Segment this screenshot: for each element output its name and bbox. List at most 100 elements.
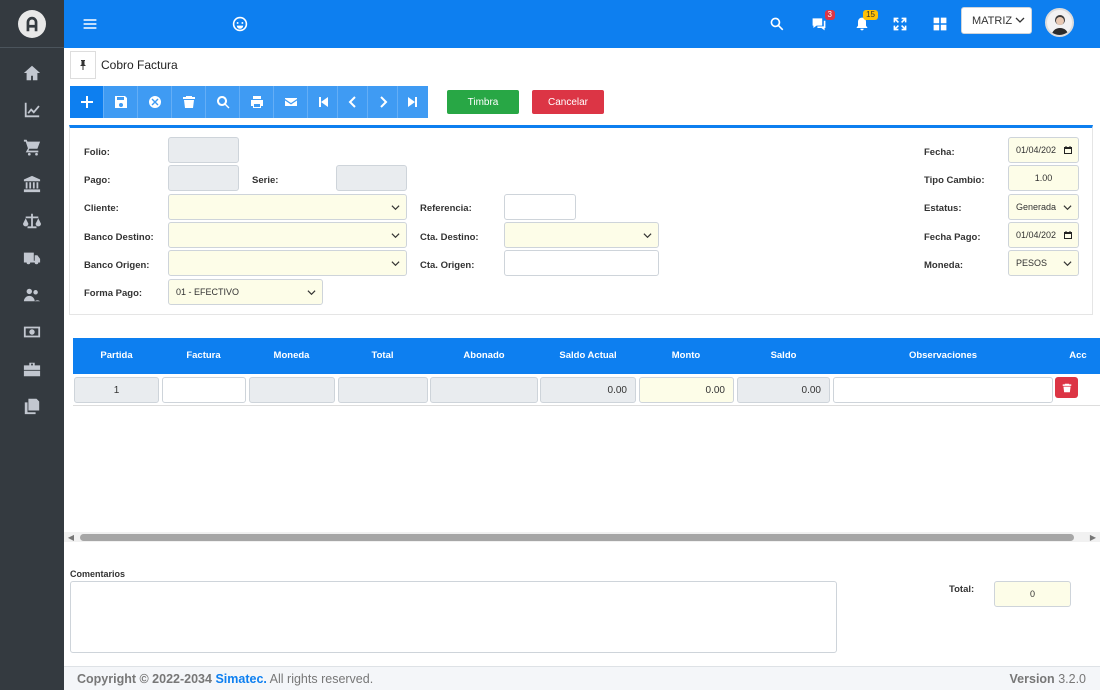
detail-table: Partida Factura Moneda Total Abonado Sal… <box>73 338 1100 544</box>
page-header: Cobro Factura <box>70 51 178 79</box>
saldo-cell: 0.00 <box>737 377 830 403</box>
users-icon[interactable] <box>0 276 64 313</box>
observaciones-input[interactable] <box>833 377 1053 403</box>
last-record-button[interactable] <box>398 86 428 118</box>
menu-icon[interactable] <box>80 14 100 34</box>
column-header: Total <box>371 350 394 361</box>
messages-icon[interactable]: 3 <box>809 10 835 34</box>
factura-input[interactable] <box>162 377 246 403</box>
cta-origen-field[interactable] <box>504 250 659 276</box>
calendar-icon[interactable] <box>1063 230 1073 240</box>
cancel-doc-button[interactable] <box>138 86 172 118</box>
banco-origen-label: Banco Origen: <box>84 260 150 271</box>
folio-field[interactable] <box>168 137 239 163</box>
chevron-down-icon <box>307 290 316 296</box>
brand-link[interactable]: Simatec. <box>215 672 266 686</box>
save-button[interactable] <box>104 86 138 118</box>
add-button[interactable] <box>70 86 104 118</box>
grid-icon[interactable] <box>930 14 950 34</box>
timbra-button[interactable]: Timbra <box>447 90 519 114</box>
money-bill-icon[interactable] <box>0 313 64 350</box>
cta-destino-select[interactable] <box>504 222 659 248</box>
messages-badge: 3 <box>824 10 835 20</box>
calendar-icon[interactable] <box>1063 145 1073 155</box>
estatus-select[interactable]: Generada <box>1008 194 1079 220</box>
print-button[interactable] <box>240 86 274 118</box>
next-record-button[interactable] <box>368 86 398 118</box>
search-icon[interactable] <box>767 14 787 34</box>
store-selector[interactable]: MATRIZ <box>961 7 1032 34</box>
partida-cell: 1 <box>74 377 159 403</box>
horizontal-scrollbar[interactable]: ◀ ▶ <box>64 532 1100 542</box>
main-content: Cobro Factura Timbra Cancelar Folio: Pag… <box>64 48 1100 690</box>
truck-icon[interactable] <box>0 239 64 276</box>
column-header: Saldo <box>770 350 797 361</box>
first-record-button[interactable] <box>308 86 338 118</box>
save-icon <box>114 96 127 108</box>
total-cell <box>338 377 428 403</box>
chevron-left-icon <box>348 96 356 108</box>
moneda-select[interactable]: PESOS <box>1008 250 1079 276</box>
notifications-badge: 15 <box>863 10 878 20</box>
fecha-label: Fecha: <box>924 147 955 158</box>
page-title: Cobro Factura <box>101 58 178 72</box>
chevron-down-icon <box>643 233 652 239</box>
delete-row-button[interactable] <box>1055 377 1078 398</box>
chevron-down-icon <box>1015 17 1025 23</box>
fecha-pago-field[interactable]: 01/04/202 <box>1008 222 1079 248</box>
forma-pago-value: 01 - EFECTIVO <box>176 287 240 297</box>
scroll-left-icon[interactable]: ◀ <box>66 532 76 542</box>
forma-pago-label: Forma Pago: <box>84 288 143 299</box>
copy-icon[interactable] <box>0 387 64 424</box>
pago-label: Pago: <box>84 175 111 186</box>
bank-icon[interactable] <box>0 165 64 202</box>
chevron-down-icon <box>391 205 400 211</box>
footer: Copyright © 2022-2034 Simatec. All right… <box>64 666 1100 690</box>
moneda-value: PESOS <box>1016 258 1048 268</box>
banco-destino-label: Banco Destino: <box>84 232 154 243</box>
cancelar-button[interactable]: Cancelar <box>532 90 604 114</box>
bell-icon[interactable]: 15 <box>852 10 878 34</box>
serie-field[interactable] <box>336 165 407 191</box>
referencia-field[interactable] <box>504 194 576 220</box>
store-selector-value: MATRIZ <box>972 14 1013 27</box>
app-logo[interactable] <box>0 0 64 48</box>
plus-icon <box>80 96 93 108</box>
fecha-value: 01/04/202 <box>1016 145 1057 155</box>
delete-button[interactable] <box>172 86 206 118</box>
home-icon[interactable] <box>0 54 64 91</box>
column-header: Saldo Actual <box>559 350 617 361</box>
pago-field[interactable] <box>168 165 239 191</box>
total-field: 0 <box>994 581 1071 607</box>
cliente-select[interactable] <box>168 194 407 220</box>
tipo-cambio-field[interactable]: 1.00 <box>1008 165 1079 191</box>
comentarios-textarea[interactable] <box>70 581 837 653</box>
email-button[interactable] <box>274 86 308 118</box>
column-header: Factura <box>186 350 221 361</box>
previous-record-button[interactable] <box>338 86 368 118</box>
forma-pago-select[interactable]: 01 - EFECTIVO <box>168 279 323 305</box>
smile-icon[interactable] <box>230 14 250 34</box>
fecha-field[interactable]: 01/04/202 <box>1008 137 1079 163</box>
shopping-cart-icon[interactable] <box>0 128 64 165</box>
scroll-thumb[interactable] <box>80 534 1074 541</box>
monto-input[interactable]: 0.00 <box>639 377 734 403</box>
avatar[interactable] <box>1045 8 1074 37</box>
banco-origen-select[interactable] <box>168 250 407 276</box>
trash-icon <box>1062 383 1071 392</box>
expand-icon[interactable] <box>890 14 910 34</box>
fecha-pago-label: Fecha Pago: <box>924 232 981 243</box>
column-header: Monto <box>671 350 701 361</box>
search-button[interactable] <box>206 86 240 118</box>
header-form: Folio: Pago: Serie: Cliente: Banco Desti… <box>69 125 1093 315</box>
balance-scale-icon[interactable] <box>0 202 64 239</box>
banco-destino-select[interactable] <box>168 222 407 248</box>
toolbox-icon[interactable] <box>0 350 64 387</box>
copyright: Copyright © 2022-2034 Simatec. All right… <box>77 672 373 686</box>
pin-icon[interactable] <box>70 51 96 79</box>
chart-line-icon[interactable] <box>0 91 64 128</box>
saldo-actual-cell: 0.00 <box>540 377 636 403</box>
scroll-right-icon[interactable]: ▶ <box>1088 532 1098 542</box>
column-header: Observaciones <box>908 350 978 361</box>
cta-destino-label: Cta. Destino: <box>420 232 479 243</box>
